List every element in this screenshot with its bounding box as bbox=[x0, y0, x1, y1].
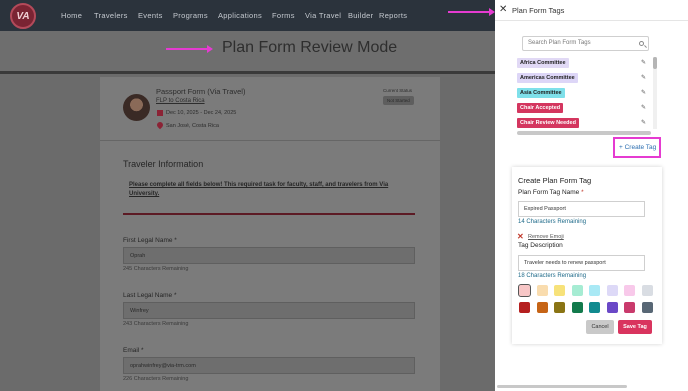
list-item: Americas Committee ✎ bbox=[515, 70, 655, 85]
tag-chair-accepted[interactable]: Chair Accepted bbox=[517, 103, 564, 113]
edit-pencil-icon[interactable]: ✎ bbox=[641, 74, 646, 81]
last-name-label: Last Legal Name * bbox=[123, 292, 177, 299]
tag-list-scroll-thumb[interactable] bbox=[653, 57, 657, 69]
top-nav: VA Home Travelers Events Programs Applic… bbox=[0, 0, 495, 31]
plan-link[interactable]: FLP to Costa Rica bbox=[156, 98, 205, 104]
color-swatch[interactable] bbox=[641, 285, 653, 296]
tag-name-hint: 14 Characters Remaining bbox=[518, 219, 587, 225]
nav-programs[interactable]: Programs bbox=[173, 11, 208, 20]
first-name-hint: 245 Characters Remaining bbox=[123, 266, 189, 272]
annotation-arrow-panel bbox=[448, 8, 495, 16]
tag-name-input[interactable]: Expired Passport bbox=[518, 201, 645, 217]
form-card bbox=[100, 77, 440, 391]
last-name-hint: 243 Characters Remaining bbox=[123, 321, 189, 327]
edit-pencil-icon[interactable]: ✎ bbox=[641, 59, 646, 66]
tag-name-label: Plan Form Tag Name * bbox=[518, 189, 584, 196]
section-title: Traveler Information bbox=[123, 159, 204, 169]
plan-location: San José, Costa Rica bbox=[166, 123, 219, 129]
tag-asia-committee[interactable]: Asia Committee bbox=[517, 88, 565, 98]
status-label: Current Status bbox=[383, 88, 413, 93]
tag-description-label: Tag Description bbox=[518, 242, 563, 249]
color-swatch[interactable] bbox=[571, 285, 583, 296]
panel-hscrollbar[interactable] bbox=[497, 385, 627, 388]
color-swatch[interactable] bbox=[518, 284, 531, 297]
color-swatch[interactable] bbox=[624, 285, 635, 296]
create-tag-link[interactable]: + Create Tag bbox=[619, 144, 656, 151]
first-name-input[interactable]: Oprah bbox=[123, 247, 415, 264]
list-item: Chair Review Needed ✎ bbox=[515, 115, 655, 130]
panel-title: Plan Form Tags bbox=[512, 6, 565, 15]
list-item: Africa Committee ✎ bbox=[515, 55, 655, 70]
first-name-label: First Legal Name * bbox=[123, 237, 177, 244]
nav-travelers[interactable]: Travelers bbox=[94, 11, 128, 20]
color-swatch[interactable] bbox=[589, 285, 600, 296]
plan-dates: Dec 10, 2025 - Dec 24, 2025 bbox=[166, 110, 237, 116]
list-item: Asia Committee ✎ bbox=[515, 85, 655, 100]
tag-search-input[interactable]: Search Plan Form Tags bbox=[522, 36, 649, 51]
nav-reports[interactable]: Reports bbox=[379, 11, 407, 20]
color-swatch[interactable] bbox=[606, 285, 618, 296]
color-swatch[interactable] bbox=[571, 302, 583, 313]
edit-pencil-icon[interactable]: ✎ bbox=[641, 119, 646, 126]
edit-pencil-icon[interactable]: ✎ bbox=[641, 89, 646, 96]
color-swatch[interactable] bbox=[554, 302, 565, 313]
calendar-icon bbox=[157, 110, 163, 116]
tag-description-hint: 18 Characters Remaining bbox=[518, 273, 587, 279]
create-tag-title: Create Plan Form Tag bbox=[518, 176, 592, 185]
form-title: Passport Form (Via Travel) bbox=[156, 87, 246, 96]
tag-name-label-text: Plan Form Tag Name bbox=[518, 189, 580, 196]
header-divider bbox=[0, 71, 495, 74]
color-swatch[interactable] bbox=[554, 285, 565, 296]
nav-home[interactable]: Home bbox=[61, 11, 82, 20]
section-rule bbox=[123, 213, 415, 215]
page-title: Plan Form Review Mode bbox=[222, 39, 398, 56]
email-hint: 226 Characters Remaining bbox=[123, 376, 189, 382]
remove-emoji-icon[interactable]: ✕ bbox=[517, 232, 524, 241]
nav-builder[interactable]: Builder bbox=[348, 11, 373, 20]
nav-events[interactable]: Events bbox=[138, 11, 163, 20]
save-tag-button[interactable]: Save Tag bbox=[618, 320, 652, 334]
required-asterisk: * bbox=[581, 189, 584, 196]
tag-list: Africa Committee ✎ Americas Committee ✎ … bbox=[515, 55, 655, 135]
traveler-avatar bbox=[123, 94, 150, 121]
email-input[interactable]: oprahwinfrey@via-trm.com bbox=[123, 357, 415, 374]
color-swatch[interactable] bbox=[519, 302, 530, 313]
status-badge: Not Started bbox=[383, 96, 414, 105]
nav-forms[interactable]: Forms bbox=[272, 11, 295, 20]
nav-via-travel[interactable]: Via Travel bbox=[305, 11, 341, 20]
annotation-arrow-title bbox=[166, 45, 213, 53]
nav-applications[interactable]: Applications bbox=[218, 11, 262, 20]
tag-africa-committee[interactable]: Africa Committee bbox=[517, 58, 569, 68]
tag-americas-committee[interactable]: Americas Committee bbox=[517, 73, 578, 83]
search-placeholder: Search Plan Form Tags bbox=[528, 40, 591, 46]
tag-description-input[interactable]: Traveler needs to renew passport bbox=[518, 255, 645, 271]
color-swatch[interactable] bbox=[624, 302, 635, 313]
edit-pencil-icon[interactable]: ✎ bbox=[641, 104, 646, 111]
remove-emoji-link[interactable]: Remove Emoji bbox=[528, 234, 564, 240]
logo[interactable]: VA bbox=[10, 3, 36, 29]
close-icon[interactable]: ✕ bbox=[499, 4, 507, 15]
color-swatch[interactable] bbox=[536, 302, 548, 313]
tag-chair-review-needed[interactable]: Chair Review Needed bbox=[517, 118, 579, 128]
plan-form-tags-panel: ✕ Plan Form Tags Search Plan Form Tags A… bbox=[495, 0, 688, 391]
form-notice: Please complete all fields below! This r… bbox=[129, 182, 389, 197]
email-label: Email * bbox=[123, 347, 144, 354]
divider bbox=[100, 140, 440, 141]
list-item: Chair Accepted ✎ bbox=[515, 100, 655, 115]
color-swatch[interactable] bbox=[606, 302, 618, 313]
cancel-button[interactable]: Cancel bbox=[586, 320, 614, 334]
color-swatch[interactable] bbox=[641, 302, 653, 313]
search-icon[interactable] bbox=[639, 41, 644, 46]
color-swatch[interactable] bbox=[589, 302, 600, 313]
color-swatch[interactable] bbox=[536, 285, 548, 296]
last-name-input[interactable]: Winfrey bbox=[123, 302, 415, 319]
tag-list-hscrollbar[interactable] bbox=[517, 131, 651, 135]
